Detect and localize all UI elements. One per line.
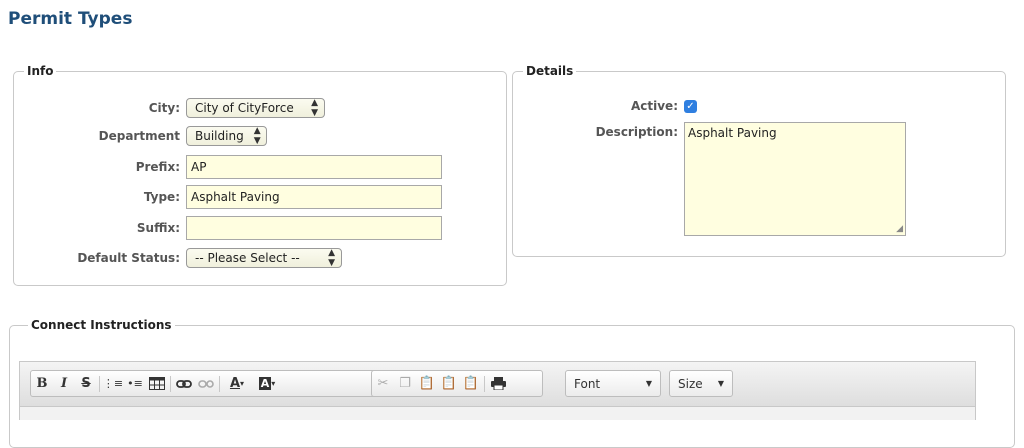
select-arrows-icon: ▲ ▼ [253,126,261,146]
bulleted-list-icon[interactable]: •≡ [124,373,146,395]
paste-text-icon[interactable]: 📋 [438,373,460,395]
description-textarea[interactable]: Asphalt Paving ◢ [684,122,906,236]
department-select[interactable]: Building ▲ ▼ [186,126,267,146]
default-status-select[interactable]: -- Please Select -- ▲ ▼ [186,248,342,268]
department-select-value: Building [195,129,244,143]
city-select-value: City of CityForce [195,101,294,115]
size-dropdown-label: Size [678,376,703,391]
toolbar-divider [170,375,171,392]
type-row: Type: [20,185,442,209]
details-legend: Details [526,64,574,78]
checkmark-icon: ✓ [686,100,695,112]
default-status-row: Default Status: -- Please Select -- ▲ ▼ [20,248,342,268]
toolbar-divider [99,375,100,392]
prefix-row: Prefix: [20,155,442,179]
type-label: Type: [143,190,180,204]
italic-icon[interactable]: I [53,373,75,395]
format-button-group: B I S ⋮≡ •≡ A ▾ A ▾ [30,370,382,397]
strikethrough-icon[interactable]: S [75,373,97,395]
prefix-label: Prefix: [135,160,180,174]
info-legend: Info [27,64,54,78]
toolbar-divider [484,375,485,392]
suffix-row: Suffix: [20,216,442,240]
font-dropdown[interactable]: Font ▼ [565,370,661,397]
description-label-row: Description: [520,125,684,139]
clipboard-button-group: ✂ ❐ 📋 📋 📋 [371,370,543,397]
caret-down-icon: ▼ [645,379,652,388]
connect-instructions-legend: Connect Instructions [31,318,172,332]
cut-icon[interactable]: ✂ [372,373,394,395]
description-text: Asphalt Paving [688,126,777,140]
font-dropdown-label: Font [574,376,601,391]
caret-down-icon: ▼ [717,379,724,388]
suffix-label: Suffix: [136,221,180,235]
unlink-icon[interactable] [195,373,217,395]
numbered-list-icon[interactable]: ⋮≡ [102,373,124,395]
paste-word-icon[interactable]: 📋 [460,373,482,395]
size-dropdown[interactable]: Size ▼ [669,370,733,397]
active-checkbox[interactable]: ✓ [684,99,697,113]
suffix-input[interactable] [186,216,442,240]
editor-toolbar: B I S ⋮≡ •≡ A ▾ A ▾ ✂ ❐ 📋 📋 📋 Font ▼ Siz… [20,362,975,407]
select-arrows-icon: ▲ ▼ [311,98,318,118]
city-label: City: [148,101,180,115]
prefix-input[interactable] [186,155,442,179]
department-row: Department Building ▲ ▼ [20,126,267,146]
resize-handle-icon[interactable]: ◢ [896,224,903,234]
toolbar-divider [219,375,220,392]
city-select[interactable]: City of CityForce ▲ ▼ [186,98,325,118]
select-arrows-icon: ▲ ▼ [328,248,335,268]
paste-icon[interactable]: 📋 [416,373,438,395]
print-icon[interactable] [487,373,509,395]
bold-icon[interactable]: B [31,373,53,395]
active-label: Active: [630,99,678,113]
rich-text-editor: B I S ⋮≡ •≡ A ▾ A ▾ ✂ ❐ 📋 📋 📋 Font ▼ Siz… [19,361,976,420]
copy-icon[interactable]: ❐ [394,373,416,395]
default-status-label: Default Status: [77,251,180,265]
background-color-icon[interactable]: A ▾ [252,373,282,395]
link-icon[interactable] [173,373,195,395]
active-row: Active: ✓ [520,99,697,113]
page-title: Permit Types [8,9,133,29]
department-label: Department [98,129,180,143]
table-icon[interactable] [146,373,168,395]
default-status-select-value: -- Please Select -- [195,251,300,265]
city-row: City: City of CityForce ▲ ▼ [20,98,325,118]
text-color-icon[interactable]: A ▾ [222,373,252,395]
type-input[interactable] [186,185,442,209]
description-label: Description: [595,125,678,139]
